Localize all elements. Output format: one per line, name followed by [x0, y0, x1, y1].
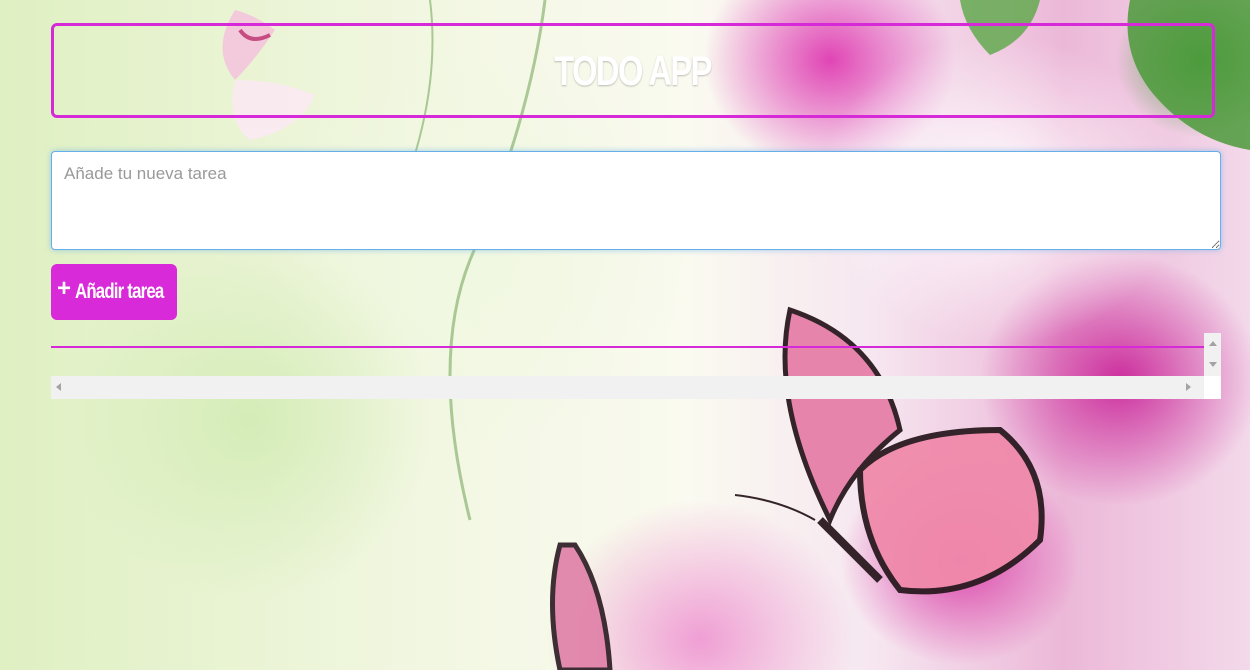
- scroll-right-arrow-icon[interactable]: [1186, 383, 1191, 391]
- new-task-input[interactable]: [51, 151, 1221, 250]
- plus-icon: +: [56, 275, 71, 302]
- app-title: TODO APP: [554, 46, 713, 94]
- task-list: [51, 333, 1221, 399]
- add-task-button[interactable]: + Añadir tarea: [51, 264, 177, 320]
- vertical-scrollbar[interactable]: [1204, 333, 1221, 376]
- scroll-up-arrow-icon[interactable]: [1209, 341, 1217, 346]
- scroll-down-arrow-icon[interactable]: [1209, 362, 1217, 367]
- add-task-button-label: Añadir tarea: [75, 280, 164, 303]
- list-divider: [51, 346, 1204, 348]
- app-header: TODO APP: [51, 23, 1215, 118]
- scroll-left-arrow-icon[interactable]: [56, 383, 61, 391]
- scrollbar-corner: [1204, 376, 1221, 399]
- horizontal-scrollbar[interactable]: [51, 376, 1204, 399]
